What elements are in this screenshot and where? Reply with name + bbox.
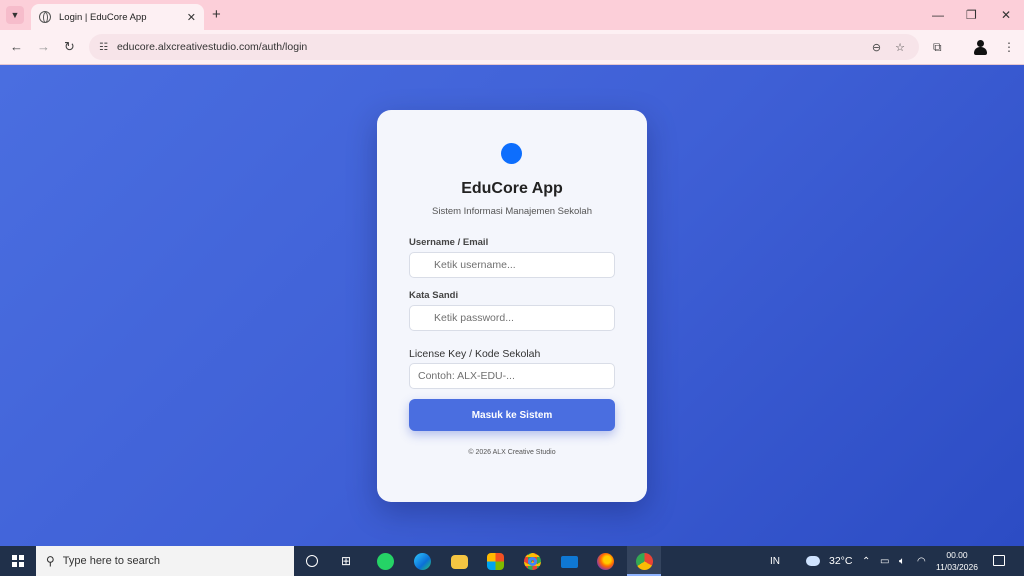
edge-icon[interactable]: [414, 553, 431, 570]
tray-overflow-chevron-icon[interactable]: ⌃: [862, 546, 870, 576]
close-window-icon[interactable]: ✕: [1001, 6, 1011, 24]
reload-icon[interactable]: ↻: [64, 39, 75, 55]
app-logo-icon: [501, 143, 522, 164]
globe-icon: [39, 11, 51, 23]
tab-title: Login | EduCore App: [59, 11, 147, 23]
browser-toolbar: ← → ↻ ☷ educore.alxcreativestudio.com/au…: [0, 30, 1024, 65]
app-title: EduCore App: [461, 180, 563, 197]
store-icon[interactable]: [487, 553, 504, 570]
copyright-text: © 2026 ALX Creative Studio: [468, 449, 556, 456]
license-input[interactable]: [409, 363, 615, 389]
volume-icon[interactable]: 🔈︎: [899, 546, 905, 576]
extensions-icon[interactable]: ⧉: [933, 39, 942, 55]
username-label: Username / Email: [409, 237, 489, 248]
notification-center-icon[interactable]: [993, 555, 1005, 566]
username-input[interactable]: [409, 252, 615, 278]
clock-time: 00.00: [946, 550, 968, 560]
search-icon: ⚲: [46, 554, 55, 568]
app-subtitle: Sistem Informasi Manajemen Sekolah: [432, 206, 592, 217]
chrome-icon[interactable]: [524, 553, 541, 570]
language-indicator[interactable]: IN: [770, 546, 780, 576]
task-view-icon[interactable]: ⊞: [341, 554, 351, 568]
restore-icon[interactable]: ❐: [966, 6, 977, 24]
taskbar-search-box[interactable]: ⚲ Type here to search: [36, 546, 294, 576]
taskbar-search-placeholder: Type here to search: [62, 555, 161, 567]
new-tab-icon[interactable]: +: [212, 6, 221, 24]
whatsapp-icon[interactable]: [377, 553, 394, 570]
address-bar[interactable]: ☷ educore.alxcreativestudio.com/auth/log…: [89, 34, 919, 60]
weather-icon[interactable]: [806, 546, 822, 576]
clock-date: 11/03/2026: [936, 562, 978, 572]
file-explorer-icon[interactable]: [451, 555, 468, 569]
password-input[interactable]: [409, 305, 615, 331]
browser-tabstrip: ▼ Login | EduCore App ✕ + — ❐ ✕: [0, 0, 1024, 30]
firefox-icon[interactable]: [597, 553, 614, 570]
tab-search-chevron-icon[interactable]: ▼: [6, 6, 24, 24]
browser-tab[interactable]: Login | EduCore App ✕: [31, 4, 204, 30]
site-info-icon[interactable]: ☷: [99, 42, 108, 53]
windows-taskbar: ⚲ Type here to search ⊞ IN 32°C ⌃ ▭ 🔈︎ ◠…: [0, 546, 1024, 576]
login-page: EduCore App Sistem Informasi Manajemen S…: [0, 65, 1024, 546]
battery-icon[interactable]: ▭: [880, 546, 889, 576]
weather-temperature[interactable]: 32°C: [829, 546, 852, 576]
wifi-icon[interactable]: ◠: [917, 546, 926, 576]
zoom-icon[interactable]: ⊖: [872, 41, 881, 54]
chrome-active-icon[interactable]: [636, 553, 653, 570]
profile-avatar-icon[interactable]: [974, 40, 987, 55]
taskbar-clock[interactable]: 00.00 11/03/2026: [934, 549, 980, 573]
minimize-icon[interactable]: —: [932, 6, 944, 24]
password-label: Kata Sandi: [409, 290, 459, 301]
windows-start-icon[interactable]: [12, 555, 24, 567]
bookmark-star-icon[interactable]: ☆: [895, 41, 905, 54]
cortana-icon[interactable]: [306, 555, 318, 567]
menu-kebab-icon[interactable]: ⋮: [1003, 39, 1015, 55]
login-submit-button[interactable]: Masuk ke Sistem: [409, 399, 615, 431]
login-card: EduCore App Sistem Informasi Manajemen S…: [377, 110, 647, 502]
close-tab-icon[interactable]: ✕: [187, 11, 196, 24]
back-icon[interactable]: ←: [10, 39, 23, 55]
mail-icon[interactable]: [561, 556, 578, 568]
license-label: License Key / Kode Sekolah: [409, 348, 541, 360]
url-text[interactable]: educore.alxcreativestudio.com/auth/login: [117, 41, 872, 53]
forward-icon[interactable]: →: [37, 39, 50, 55]
